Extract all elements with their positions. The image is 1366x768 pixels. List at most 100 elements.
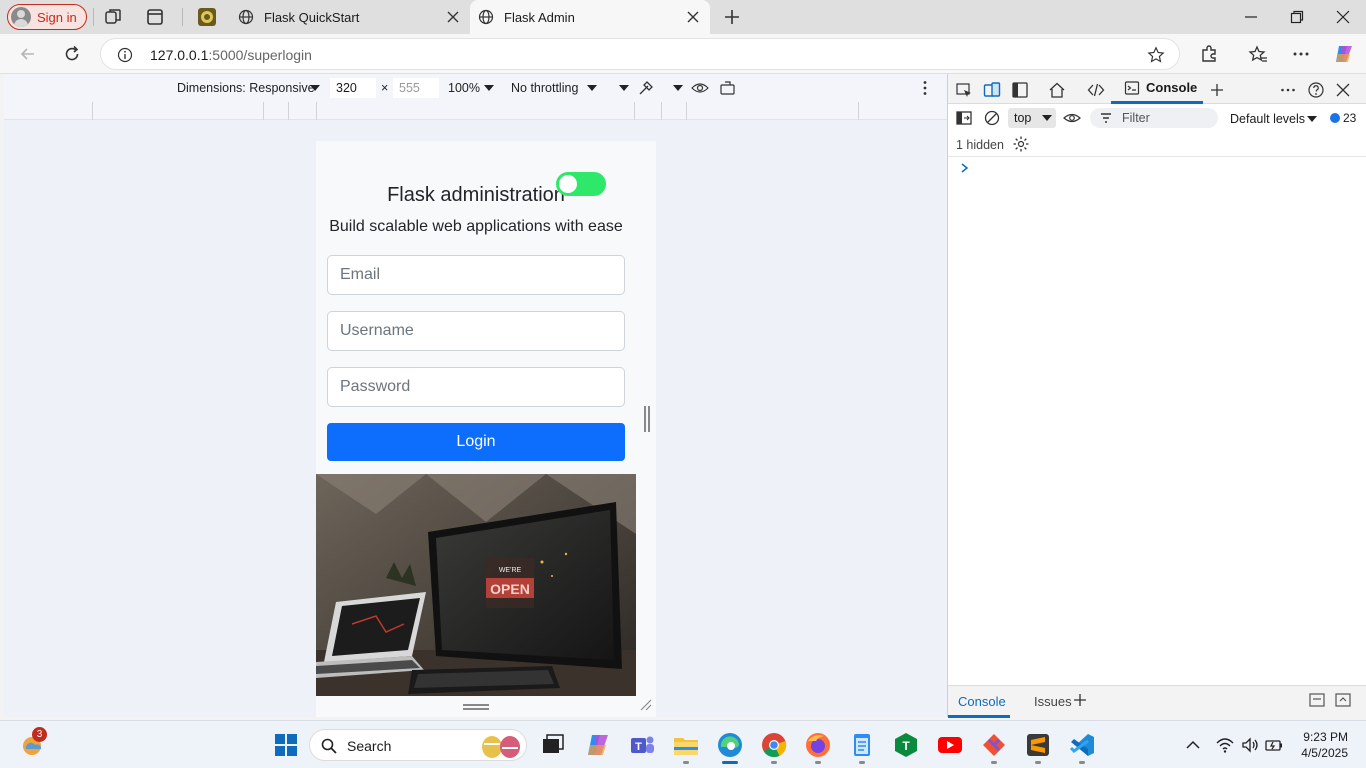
address-bar[interactable]: 127.0.0.1:5000/superlogin [100,38,1180,70]
file-explorer-icon[interactable] [672,731,700,759]
url-path: :5000/superlogin [208,47,312,63]
copilot-icon[interactable] [1333,43,1355,65]
extensions-icon[interactable] [1199,44,1219,64]
username-field[interactable] [327,311,625,351]
inspect-icon[interactable] [955,81,973,99]
drawer-tab-console[interactable]: Console [958,694,1006,709]
more-icon[interactable] [1291,44,1311,64]
chrome-icon[interactable] [760,731,788,759]
height-input[interactable]: 555 [393,78,439,98]
sign-small-text: WE'RE [499,567,522,574]
password-field[interactable] [327,367,625,407]
dock-drawer-icon[interactable] [1308,691,1326,709]
message-count[interactable]: 23 [1330,111,1356,125]
more-options-icon[interactable] [916,79,934,97]
back-icon[interactable] [18,44,38,64]
help-icon[interactable] [1307,81,1325,99]
firefox-icon[interactable] [804,731,832,759]
minimize-icon[interactable] [1243,9,1259,25]
toggle-knob [559,175,577,193]
chevron-down-icon[interactable] [310,85,320,91]
chevron-down-icon[interactable] [619,85,629,91]
active-tab-underline [948,715,1010,718]
dock-icon[interactable] [1011,81,1029,99]
taskbar-search[interactable]: Search [309,729,527,761]
notepad-icon[interactable] [848,731,876,759]
login-button[interactable]: Login [327,423,625,461]
email-field[interactable] [327,255,625,295]
workspaces-icon[interactable] [103,7,123,27]
console-prompt-icon[interactable] [960,162,970,174]
clear-console-icon[interactable] [983,109,1001,127]
chevron-down-icon[interactable] [673,85,683,91]
volume-icon[interactable] [1240,735,1260,755]
vscode-icon[interactable] [1068,731,1096,759]
close-icon[interactable] [686,10,700,24]
zoom-dropdown[interactable]: 100% [448,81,480,95]
gear-icon[interactable] [1012,135,1030,153]
easter-eggs-icon [482,736,520,758]
clock[interactable]: 9:23 PM 4/5/2025 [1296,729,1348,761]
width-input[interactable]: 320 [330,78,376,98]
hidden-count: 1 hidden [956,138,1004,152]
edge-icon[interactable] [716,731,744,759]
dimensions-dropdown[interactable]: Dimensions: Responsive [177,81,315,95]
wifi-icon[interactable] [1215,735,1235,755]
youtube-icon[interactable] [936,731,964,759]
sign-in-button[interactable]: Sign in [7,4,87,30]
star-icon[interactable] [1147,46,1165,64]
battery-icon[interactable] [1264,735,1284,755]
url-text[interactable]: 127.0.0.1:5000/superlogin [150,47,312,63]
rotate-icon[interactable] [719,79,737,97]
device-emulation-icon[interactable] [983,81,1001,99]
plus-icon[interactable] [1208,81,1226,99]
elements-icon[interactable] [1087,81,1105,99]
task-view-icon[interactable] [538,731,566,759]
favorites-icon[interactable] [1248,44,1268,64]
sidebar-icon[interactable] [955,109,973,127]
close-devtools-icon[interactable] [1334,81,1352,99]
chevron-up-icon[interactable] [1183,735,1203,755]
chevron-down-icon[interactable] [587,85,597,91]
log-levels-dropdown[interactable]: Default levels [1230,112,1305,126]
drawer-tab-issues[interactable]: Issues [1034,694,1072,709]
git-icon[interactable] [980,731,1008,759]
close-window-icon[interactable] [1335,9,1351,25]
pinned-tab-icon[interactable] [197,7,217,27]
theme-toggle[interactable] [556,172,606,196]
resize-handle-bottom[interactable] [463,704,489,710]
message-icon [1330,113,1340,123]
filter-input[interactable]: Filter [1090,108,1218,128]
close-icon[interactable] [446,10,460,24]
new-tab-plus-icon[interactable] [722,7,742,27]
tab-flask-quickstart[interactable]: Flask QuickStart [232,0,470,34]
chevron-down-icon[interactable] [484,85,494,91]
tab-actions-icon[interactable] [145,7,165,27]
live-expression-eye-icon[interactable] [1063,109,1081,127]
home-icon[interactable] [1048,81,1066,99]
running-indicator-active [722,761,738,764]
context-selector[interactable]: top [1008,108,1056,128]
sublime-text-icon[interactable] [1024,731,1052,759]
tab-console[interactable]: Console [1111,74,1203,104]
tab-console-label: Console [1146,80,1198,95]
info-icon[interactable] [117,47,133,63]
terminal-app-icon[interactable]: T [892,731,920,759]
plus-icon[interactable] [1071,691,1089,709]
sensors-icon[interactable] [637,79,655,97]
more-icon[interactable] [1279,81,1297,99]
copilot-app-icon[interactable] [584,731,612,759]
running-indicator [1035,761,1041,764]
resize-handle-right[interactable] [644,406,650,432]
tab-flask-admin[interactable]: Flask Admin [470,0,710,34]
resize-corner-icon[interactable] [639,698,653,712]
windows-start-icon[interactable] [272,731,300,759]
teams-icon[interactable]: T [628,731,656,759]
chevron-down-icon[interactable] [1307,116,1317,122]
throttling-dropdown[interactable]: No throttling [511,81,578,95]
hidden-messages-row: 1 hidden [948,131,1366,157]
collapse-drawer-icon[interactable] [1334,691,1352,709]
maximize-icon[interactable] [1289,9,1305,25]
eye-icon[interactable] [691,79,709,97]
refresh-icon[interactable] [62,44,82,64]
